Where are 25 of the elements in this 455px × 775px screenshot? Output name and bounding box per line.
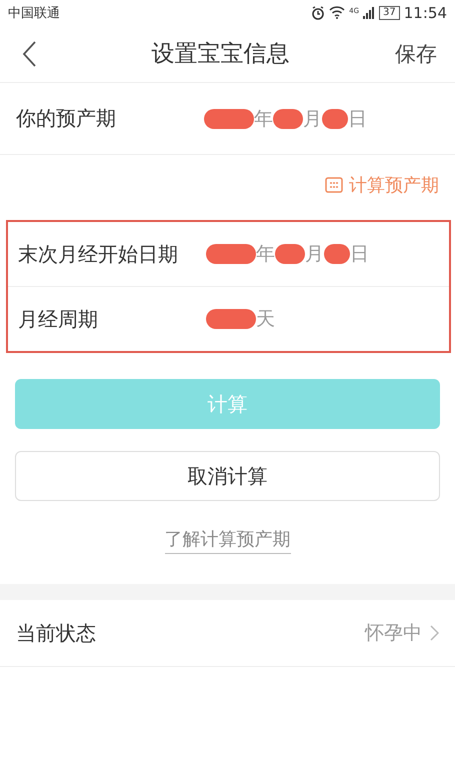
date-unit: 年 (254, 106, 273, 132)
battery-level: 37 (379, 6, 400, 20)
date-unit: 日 (348, 106, 367, 132)
learn-more-link[interactable]: 了解计算预产期 (164, 527, 290, 554)
calendar-icon (325, 177, 343, 193)
field-label: 月经周期 (18, 306, 99, 332)
date-unit: 天 (256, 307, 275, 332)
signal-icon (363, 6, 376, 18)
save-button[interactable]: 保存 (395, 40, 437, 68)
date-unit: 月 (303, 106, 322, 132)
status-row[interactable]: 当前状态 怀孕中 (0, 600, 455, 667)
clock: 11:54 (404, 4, 447, 22)
carrier-name: 中国联通 (8, 4, 60, 22)
cancel-button[interactable]: 取消计算 (15, 451, 440, 501)
field-label: 你的预产期 (16, 105, 117, 132)
date-unit: 月 (305, 242, 324, 267)
date-unit: 年 (256, 242, 275, 267)
field-label: 末次月经开始日期 (18, 240, 179, 268)
chevron-right-icon (430, 625, 439, 641)
date-unit: 日 (350, 242, 369, 267)
wifi-icon (329, 6, 346, 19)
field-label: 当前状态 (16, 620, 97, 646)
status-value: 怀孕中 (365, 621, 422, 646)
alarm-icon (311, 6, 326, 20)
page-title: 设置宝宝信息 (152, 40, 290, 69)
